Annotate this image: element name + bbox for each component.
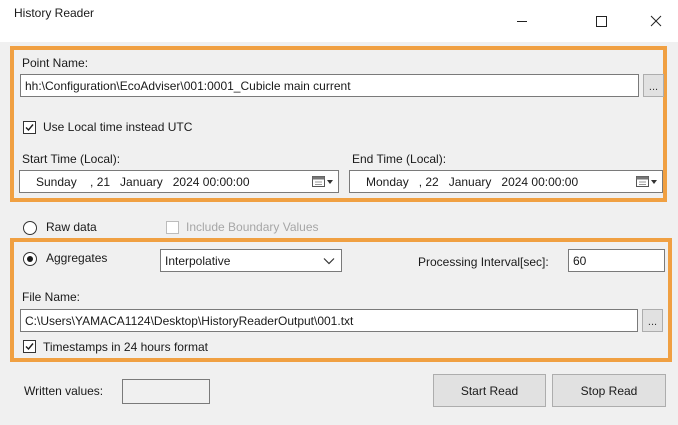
title-bar: History Reader: [0, 0, 678, 42]
minimize-button[interactable]: [500, 0, 544, 42]
close-icon: [650, 15, 662, 27]
checkmark-icon: [25, 124, 34, 132]
include-boundary-checkbox[interactable]: [166, 221, 179, 234]
close-button[interactable]: [634, 0, 678, 42]
processing-interval-label: Processing Interval[sec]:: [418, 255, 549, 269]
written-values-label: Written values:: [24, 384, 104, 398]
raw-data-radio[interactable]: [23, 221, 37, 235]
checkmark-icon: [25, 343, 34, 351]
aggregate-function-value: Interpolative: [165, 254, 231, 268]
stop-read-button[interactable]: Stop Read: [552, 374, 666, 407]
start-time-picker[interactable]: Sunday , 21 January 2024 00:00:00: [19, 170, 339, 193]
start-time-label: Start Time (Local):: [22, 152, 121, 166]
raw-data-label: Raw data: [46, 220, 97, 234]
start-time-value: Sunday , 21 January 2024 00:00:00: [36, 175, 250, 189]
use-local-time-checkbox[interactable]: [23, 121, 36, 134]
maximize-button[interactable]: [579, 0, 623, 42]
file-name-input[interactable]: C:\Users\YAMACA1124\Desktop\HistoryReade…: [20, 309, 638, 332]
radio-selected-dot: [27, 256, 33, 262]
chevron-down-icon: [323, 258, 335, 265]
timestamps-24h-label: Timestamps in 24 hours format: [43, 340, 208, 354]
end-time-label: End Time (Local):: [352, 152, 447, 166]
end-time-value: Monday , 22 January 2024 00:00:00: [366, 175, 579, 189]
aggregate-function-select[interactable]: Interpolative: [160, 249, 342, 272]
written-values-field: [122, 379, 210, 404]
start-read-button[interactable]: Start Read: [433, 374, 546, 407]
point-name-label: Point Name:: [22, 56, 89, 70]
point-name-input[interactable]: hh:\Configuration\EcoAdviser\001:0001_Cu…: [20, 74, 639, 97]
minimize-icon: [517, 21, 527, 22]
include-boundary-label: Include Boundary Values: [186, 220, 319, 234]
calendar-dropdown-icon[interactable]: [311, 174, 335, 189]
aggregates-label: Aggregates: [46, 251, 108, 265]
end-time-picker[interactable]: Monday , 22 January 2024 00:00:00: [349, 170, 663, 193]
timestamps-24h-checkbox[interactable]: [23, 340, 36, 353]
file-browse-button[interactable]: ...: [642, 309, 663, 332]
calendar-dropdown-icon[interactable]: [635, 174, 659, 189]
history-reader-window: History Reader Point Name: hh:\Configura…: [0, 0, 678, 425]
use-local-time-label: Use Local time instead UTC: [43, 120, 193, 134]
maximize-icon: [596, 16, 607, 27]
window-title: History Reader: [14, 6, 95, 20]
processing-interval-input[interactable]: 60: [568, 249, 665, 272]
point-browse-button[interactable]: ...: [643, 74, 664, 97]
file-name-label: File Name:: [22, 290, 81, 304]
aggregates-radio[interactable]: [23, 252, 37, 266]
